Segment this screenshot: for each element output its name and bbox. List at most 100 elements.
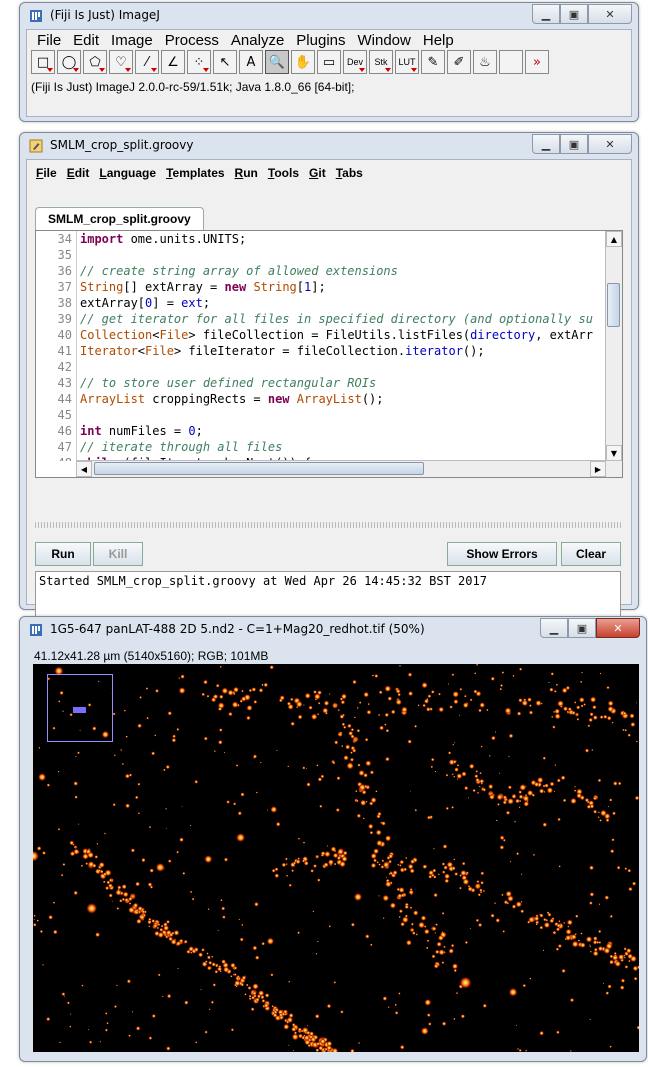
line-number: 39 — [57, 312, 72, 326]
image-titlebar[interactable]: 1G5-647 panLAT-488 2D 5.nd2 - C=1+Mag20_… — [20, 617, 646, 643]
code-text: int numFiles = 0; — [80, 424, 203, 438]
editor-menu-run[interactable]: Run — [230, 166, 263, 180]
menu-analyze[interactable]: Analyze — [225, 32, 290, 49]
menu-plugins[interactable]: Plugins — [290, 32, 351, 49]
flood-fill-tool-icon[interactable]: ♨ — [473, 50, 497, 74]
line-number: 40 — [57, 328, 72, 342]
line-number: 34 — [57, 232, 72, 246]
navigator-viewport — [73, 707, 86, 713]
pencil-tool-icon[interactable]: ✎ — [421, 50, 445, 74]
editor-menu-git[interactable]: Git — [304, 166, 331, 180]
vertical-scrollbar[interactable]: ▲ ▼ — [605, 231, 622, 461]
code-text: // get iterator for all files in specifi… — [80, 312, 593, 326]
code-text: Collection<File> fileCollection = FileUt… — [80, 328, 593, 342]
code-editor[interactable]: 34 import ome.units.UNITS; 35 36 // create s… — [35, 230, 623, 478]
microscopy-image[interactable] — [33, 664, 639, 1052]
editor-titlebar[interactable]: SMLM_crop_split.groovy ▁ ▣ ✕ — [20, 133, 638, 159]
close-button[interactable]: ✕ — [588, 4, 632, 24]
menu-window[interactable]: Window — [352, 32, 417, 49]
editor-menu-edit[interactable]: Edit — [62, 166, 95, 180]
freehand-tool-icon[interactable]: ♡ — [109, 50, 133, 74]
line-number: 41 — [57, 344, 72, 358]
image-canvas[interactable] — [33, 664, 639, 1052]
scroll-up-icon[interactable]: ▲ — [606, 231, 622, 247]
maximize-button[interactable]: ▣ — [560, 134, 588, 154]
show-errors-button[interactable]: Show Errors — [447, 542, 557, 566]
imagej-title: (Fiji Is Just) ImageJ — [50, 8, 160, 22]
rectangle-tool-icon[interactable]: □ — [31, 50, 55, 74]
minimize-button[interactable]: ▁ — [532, 4, 560, 24]
imagej-titlebar[interactable]: (Fiji Is Just) ImageJ ▁ ▣ ✕ — [20, 3, 638, 29]
code-text: // iterate through all files — [80, 440, 283, 454]
minimize-button[interactable]: ▁ — [532, 134, 560, 154]
editor-menu-language[interactable]: Language — [94, 166, 161, 180]
code-text: extArray[0] = ext; — [80, 296, 211, 310]
polygon-tool-icon[interactable]: ⬠ — [83, 50, 107, 74]
line-number: 35 — [57, 248, 72, 262]
editor-menu-file[interactable]: File — [31, 166, 62, 180]
magnifier-tool-icon[interactable]: 🔍 — [265, 50, 289, 74]
line-number: 46 — [57, 424, 72, 438]
image-info: 41.12x41.28 µm (5140x5160); RGB; 101MB — [34, 649, 269, 663]
horizontal-scroll-thumb[interactable] — [94, 462, 424, 475]
code-area[interactable]: 34 import ome.units.UNITS; 35 36 // create s… — [36, 231, 606, 461]
text-tool-icon[interactable]: A — [239, 50, 263, 74]
imagej-menubar: File Edit Image Process Analyze Plugins Window… — [27, 30, 631, 49]
fluorescence-spots — [33, 664, 639, 1052]
line-number: 38 — [57, 296, 72, 310]
fiji-icon — [30, 624, 42, 636]
minimize-button[interactable]: ▁ — [540, 618, 568, 638]
kill-button[interactable]: Kill — [93, 542, 143, 566]
clear-button[interactable]: Clear — [561, 542, 621, 566]
code-text: ArrayList croppingRects = new ArrayList(… — [80, 392, 384, 406]
maximize-button[interactable]: ▣ — [560, 4, 588, 24]
menu-image[interactable]: Image — [105, 32, 159, 49]
editor-menubar: File Edit Language Templates Run Tools Git Tabs — [27, 160, 631, 180]
splitter-handle[interactable] — [35, 522, 621, 528]
wand-tool-icon[interactable]: ↖ — [213, 50, 237, 74]
maximize-button[interactable]: ▣ — [568, 618, 596, 638]
vertical-scroll-thumb[interactable] — [607, 283, 620, 327]
line-number: 45 — [57, 408, 72, 422]
menu-edit[interactable]: Edit — [67, 32, 105, 49]
scroll-right-icon[interactable]: ▶ — [590, 461, 606, 477]
dev-tool-icon[interactable]: Dev — [343, 50, 367, 74]
scroll-left-icon[interactable]: ◀ — [76, 461, 92, 477]
menu-file[interactable]: File — [31, 32, 67, 49]
code-text: Iterator<File> fileIterator = fileCollec… — [80, 344, 485, 358]
script-editor-window: SMLM_crop_split.groovy ▁ ▣ ✕ File Edit Lan… — [19, 132, 639, 633]
line-number: 43 — [57, 376, 72, 390]
angle-tool-icon[interactable]: ∠ — [161, 50, 185, 74]
tab-script[interactable]: SMLM_crop_split.groovy — [35, 207, 204, 230]
horizontal-scrollbar[interactable]: ◀ ▶ — [76, 460, 606, 477]
oval-tool-icon[interactable]: ◯ — [57, 50, 81, 74]
stk-tool-icon[interactable]: Stk — [369, 50, 393, 74]
blank-tool-icon[interactable] — [499, 50, 523, 74]
code-text: String[] extArray = new String[1]; — [80, 280, 326, 294]
brush-tool-icon[interactable]: ✐ — [447, 50, 471, 74]
point-tool-icon[interactable]: ⁘ — [187, 50, 211, 74]
run-button[interactable]: Run — [35, 542, 91, 566]
code-text: import ome.units.UNITS; — [80, 232, 247, 246]
menu-help[interactable]: Help — [417, 32, 460, 49]
lut-tool-icon[interactable]: LUT — [395, 50, 419, 74]
line-number: 47 — [57, 440, 72, 454]
imagej-status: (Fiji Is Just) ImageJ 2.0.0-rc-59/1.51k;… — [31, 80, 355, 94]
menu-process[interactable]: Process — [159, 32, 225, 49]
color-picker-tool-icon[interactable]: ▭ — [317, 50, 341, 74]
close-button[interactable]: ✕ — [588, 134, 632, 154]
line-tool-icon[interactable]: ⁄ — [135, 50, 159, 74]
editor-menu-tools[interactable]: Tools — [263, 166, 304, 180]
hand-tool-icon[interactable]: ✋ — [291, 50, 315, 74]
editor-menu-tabs[interactable]: Tabs — [331, 166, 368, 180]
line-number: 44 — [57, 392, 72, 406]
close-button[interactable]: ✕ — [596, 618, 640, 638]
imagej-toolbar: □ ◯ ⬠ ♡ ⁄ ∠ ⁘ ↖ A 🔍 ✋ ▭ Dev Stk LUT ✎ ✐ ♨ » — [27, 50, 631, 74]
line-number: 37 — [57, 280, 72, 294]
line-number: 36 — [57, 264, 72, 278]
editor-menu-templates[interactable]: Templates — [161, 166, 229, 180]
imagej-body: File Edit Image Process Analyze Plugins Window… — [26, 29, 632, 117]
fiji-icon — [30, 10, 42, 22]
scroll-down-icon[interactable]: ▼ — [606, 445, 622, 461]
more-tools-icon[interactable]: » — [525, 50, 549, 74]
